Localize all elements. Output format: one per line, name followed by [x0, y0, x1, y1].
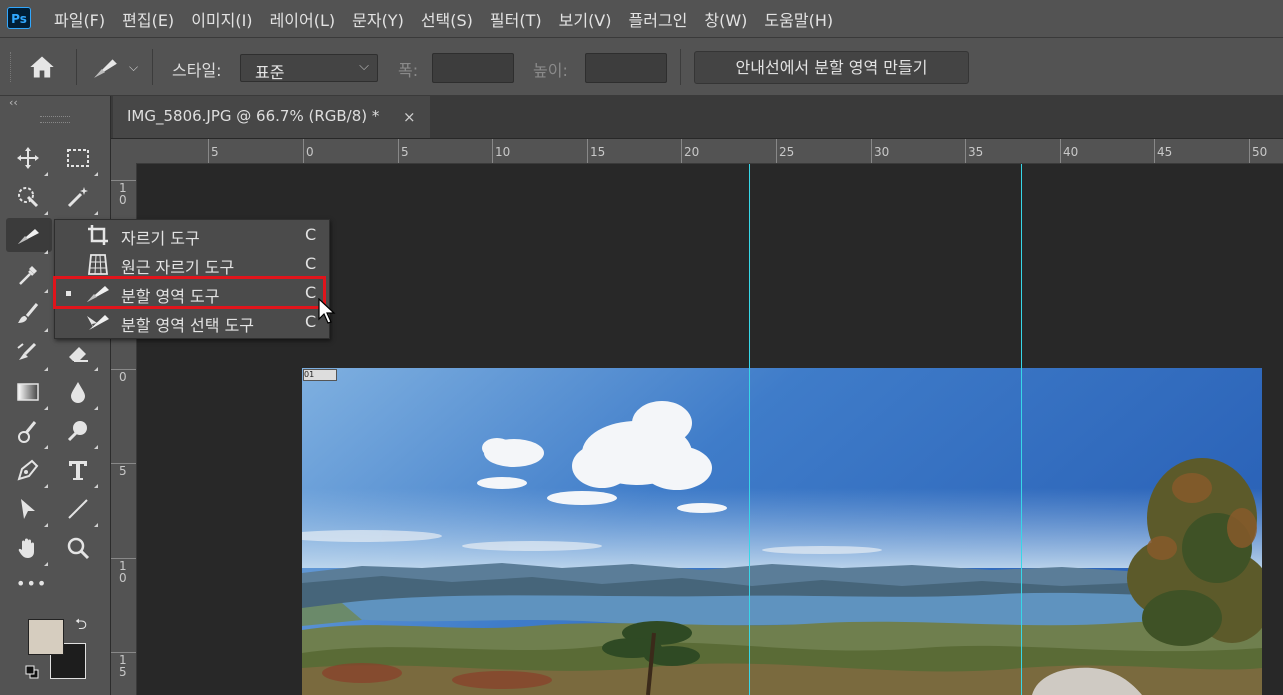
- eraser-icon[interactable]: [60, 337, 96, 369]
- ruler-label: 25: [779, 145, 795, 159]
- options-separator: [152, 49, 153, 85]
- line-icon[interactable]: [60, 493, 96, 525]
- menu-image[interactable]: 이미지(I): [191, 7, 252, 31]
- options-grip[interactable]: [10, 52, 13, 82]
- menu-plugins[interactable]: 플러그인: [629, 7, 688, 31]
- menu-view[interactable]: 보기(V): [559, 7, 612, 31]
- dodge-icon[interactable]: [60, 415, 96, 447]
- flyout-item-perspective-crop[interactable]: 원근 자르기 도구 C: [55, 250, 329, 279]
- move-icon[interactable]: [10, 142, 46, 174]
- ruler-label: 40: [1063, 145, 1079, 159]
- ruler-label: 5: [119, 464, 127, 478]
- ruler-label: 5: [211, 145, 219, 159]
- hand-icon[interactable]: [10, 532, 46, 564]
- close-icon[interactable]: ×: [403, 108, 416, 126]
- menu-select[interactable]: 선택(S): [421, 7, 473, 31]
- flyout-item-label: 원근 자르기 도구: [121, 258, 235, 277]
- horizontal-ruler[interactable]: 5 0 5 10 15 20 25 30 35 40 45 50: [111, 139, 1283, 164]
- history-brush-icon[interactable]: [10, 415, 46, 447]
- chevron-down-icon[interactable]: ⌵: [129, 60, 138, 75]
- slice-number: 01: [304, 370, 315, 379]
- zoom-icon[interactable]: [60, 532, 96, 564]
- chevron-down-icon: ⌵: [359, 59, 369, 74]
- ruler-label: 50: [1252, 145, 1268, 159]
- ruler-label: 35: [968, 145, 984, 159]
- flyout-item-crop[interactable]: 자르기 도구 C: [55, 221, 329, 250]
- slice-number-badge: 01: [303, 369, 337, 381]
- height-label: 높이:: [533, 61, 568, 80]
- vertical-guide[interactable]: [749, 164, 750, 695]
- ruler-label: 0: [119, 370, 127, 384]
- style-label: 스타일:: [172, 61, 222, 80]
- ruler-label: 10: [119, 181, 127, 207]
- menu-filter[interactable]: 필터(T): [490, 7, 542, 31]
- options-separator: [680, 49, 681, 85]
- flyout-item-label: 자르기 도구: [121, 229, 200, 248]
- style-select[interactable]: 표준 ⌵: [240, 54, 378, 82]
- default-colors-icon[interactable]: [25, 664, 39, 679]
- magic-wand-icon[interactable]: [60, 181, 96, 213]
- ruler-label: 10: [495, 145, 511, 159]
- crop-icon: [85, 223, 111, 248]
- pen-icon[interactable]: [10, 454, 46, 486]
- ruler-label: 15: [590, 145, 606, 159]
- flyout-item-shortcut: C: [305, 254, 317, 273]
- ruler-origin[interactable]: [111, 139, 136, 163]
- height-input[interactable]: [585, 53, 667, 83]
- width-label: 폭:: [398, 61, 419, 80]
- marquee-icon[interactable]: [60, 142, 96, 174]
- highlight-box: [53, 276, 326, 309]
- document-image[interactable]: [302, 368, 1262, 695]
- style-select-value: 표준: [255, 63, 285, 82]
- document-tab-title: IMG_5806.JPG @ 66.7% (RGB/8) *: [127, 107, 380, 125]
- flyout-item-label: 분할 영역 선택 도구: [121, 316, 255, 335]
- swap-colors-icon[interactable]: ⮌: [75, 614, 87, 639]
- slice-select-icon: [85, 310, 111, 335]
- ruler-label: 10: [119, 559, 127, 585]
- flyout-item-shortcut: C: [305, 312, 317, 331]
- gradient-icon[interactable]: [10, 376, 46, 408]
- menu-layer[interactable]: 레이어(L): [270, 7, 336, 31]
- ruler-label: 30: [874, 145, 890, 159]
- menu-window[interactable]: 창(W): [704, 7, 747, 31]
- quick-selection-icon[interactable]: [10, 181, 46, 213]
- vertical-guide[interactable]: [1021, 164, 1022, 695]
- brush-icon[interactable]: [10, 298, 46, 330]
- menu-type[interactable]: 문자(Y): [352, 7, 404, 31]
- eyedropper-icon[interactable]: [10, 259, 46, 291]
- slices-from-guides-button[interactable]: 안내선에서 분할 영역 만들기: [694, 51, 969, 84]
- width-input[interactable]: [432, 53, 514, 83]
- menu-file[interactable]: 파일(F): [54, 7, 105, 31]
- menu-list: 파일(F) 편집(E) 이미지(I) 레이어(L) 문자(Y) 선택(S) 필터…: [54, 0, 850, 37]
- menu-help[interactable]: 도움말(H): [764, 7, 833, 31]
- tools-grip[interactable]: [40, 116, 70, 123]
- slice-preset-icon[interactable]: [90, 54, 122, 82]
- more-tools-icon[interactable]: •••: [16, 574, 47, 593]
- ruler-label: 0: [306, 145, 314, 159]
- mouse-cursor-icon: [318, 297, 336, 326]
- home-icon[interactable]: [28, 53, 58, 81]
- type-icon[interactable]: [60, 454, 96, 486]
- ruler-label: 15: [119, 653, 127, 679]
- flyout-item-slice-select[interactable]: 분할 영역 선택 도구 C: [55, 308, 329, 337]
- photoshop-logo[interactable]: Ps: [7, 7, 31, 29]
- path-selection-icon[interactable]: [10, 493, 46, 525]
- ruler-label: 20: [684, 145, 700, 159]
- flyout-item-shortcut: C: [305, 225, 317, 244]
- collapse-panel-icon[interactable]: ‹‹: [9, 96, 18, 109]
- ruler-label: 45: [1157, 145, 1173, 159]
- menu-edit[interactable]: 편집(E): [122, 7, 174, 31]
- clone-stamp-icon[interactable]: [10, 337, 46, 369]
- blur-icon[interactable]: [60, 376, 96, 408]
- perspective-crop-icon: [85, 252, 111, 277]
- options-separator: [76, 49, 77, 85]
- slice-icon[interactable]: [10, 220, 46, 252]
- ruler-label: 5: [401, 145, 409, 159]
- foreground-color-swatch[interactable]: [28, 619, 64, 655]
